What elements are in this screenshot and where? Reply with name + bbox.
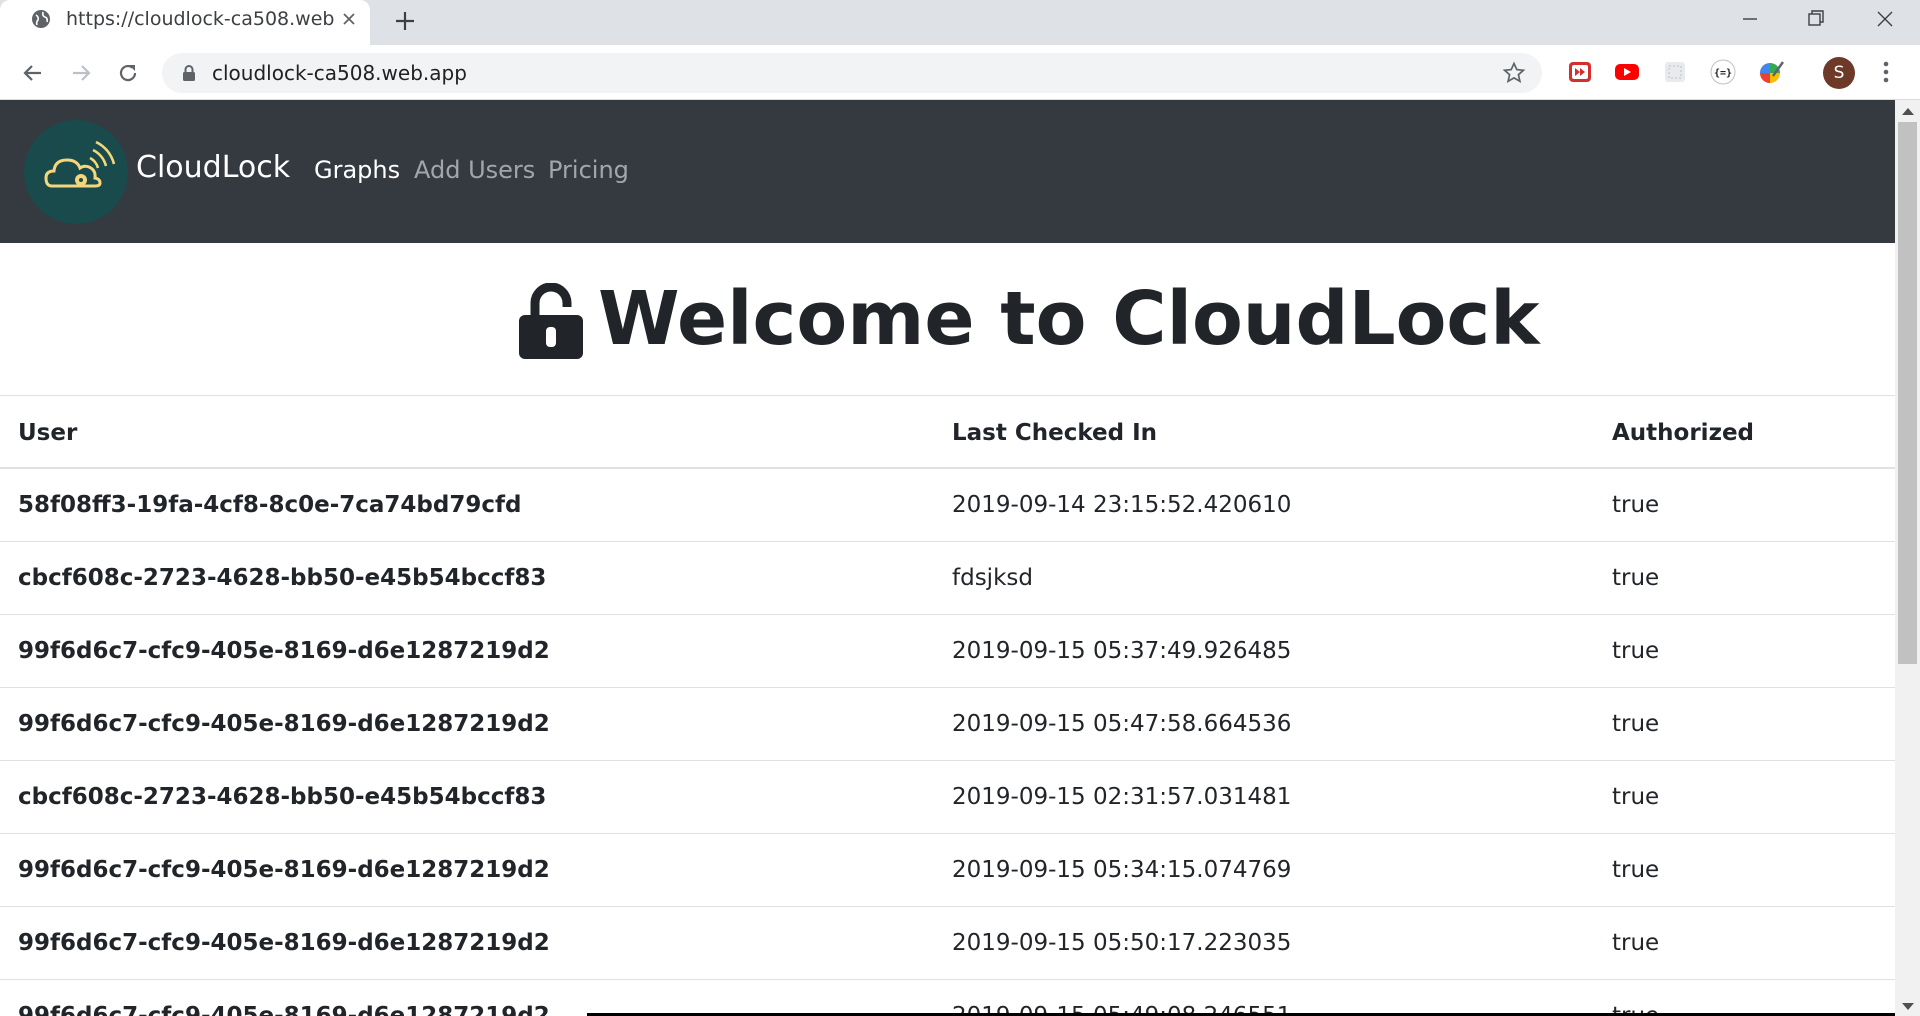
cell-user: 58f08ff3-19fa-4cf8-8c0e-7ca74bd79cfd xyxy=(18,492,522,518)
cell-user: 99f6d6c7-cfc9-405e-8169-d6e1287219d2 xyxy=(18,1003,550,1016)
svg-text:{=}: {=} xyxy=(1714,68,1732,79)
minimize-icon[interactable] xyxy=(1735,4,1765,34)
new-tab-icon[interactable] xyxy=(392,8,418,34)
cell-last-checked-in: 2019-09-14 23:15:52.420610 xyxy=(952,492,1292,518)
cloudlock-logo[interactable] xyxy=(24,120,128,224)
cell-last-checked-in: 2019-09-15 05:34:15.074769 xyxy=(952,857,1292,883)
table-row: 99f6d6c7-cfc9-405e-8169-d6e1287219d2 201… xyxy=(0,615,1895,688)
cell-last-checked-in: 2019-09-15 05:37:49.926485 xyxy=(952,638,1292,664)
table-row: cbcf608c-2723-4628-bb50-e45b54bccf83 201… xyxy=(0,761,1895,834)
table-row: cbcf608c-2723-4628-bb50-e45b54bccf83 fds… xyxy=(0,542,1895,615)
scrollbar-thumb[interactable] xyxy=(1898,122,1917,664)
cell-user: 99f6d6c7-cfc9-405e-8169-d6e1287219d2 xyxy=(18,857,550,883)
page-viewport: CloudLock Graphs Add Users Pricing Welco… xyxy=(0,100,1895,1016)
cloud-lock-icon xyxy=(44,140,116,188)
forward-arrow-icon[interactable] xyxy=(68,60,94,86)
cell-last-checked-in: 2019-09-15 02:31:57.031481 xyxy=(952,784,1292,810)
cell-user: cbcf608c-2723-4628-bb50-e45b54bccf83 xyxy=(18,784,547,810)
cell-user: cbcf608c-2723-4628-bb50-e45b54bccf83 xyxy=(18,565,547,591)
profile-avatar[interactable]: S xyxy=(1823,57,1855,89)
reload-icon[interactable] xyxy=(115,60,141,86)
cell-authorized: true xyxy=(1612,711,1660,737)
vertical-scrollbar[interactable] xyxy=(1895,100,1920,1016)
column-header-last-checked-in: Last Checked In xyxy=(952,420,1158,446)
url-text[interactable]: cloudlock-ca508.web.app xyxy=(212,62,467,84)
globe-icon xyxy=(32,10,50,28)
close-tab-icon[interactable] xyxy=(338,8,360,30)
brand-name[interactable]: CloudLock xyxy=(136,148,290,188)
cell-last-checked-in: 2019-09-15 05:47:58.664536 xyxy=(952,711,1292,737)
cell-authorized: true xyxy=(1612,930,1660,956)
app-navbar: CloudLock Graphs Add Users Pricing xyxy=(0,100,1895,243)
cell-authorized: true xyxy=(1612,638,1660,664)
scroll-down-arrow-icon[interactable] xyxy=(1902,1003,1914,1010)
cell-user: 99f6d6c7-cfc9-405e-8169-d6e1287219d2 xyxy=(18,638,550,664)
table-row: 99f6d6c7-cfc9-405e-8169-d6e1287219d2 201… xyxy=(0,834,1895,907)
secure-lock-icon[interactable] xyxy=(181,64,197,82)
table-header-row: User Last Checked In Authorized xyxy=(0,395,1895,469)
column-header-authorized: Authorized xyxy=(1612,420,1755,446)
nav-link-add-users[interactable]: Add Users xyxy=(414,154,535,186)
video-speed-icon[interactable] xyxy=(1566,58,1594,86)
tab-title: https://cloudlock-ca508.web.app xyxy=(66,8,336,30)
close-window-icon[interactable] xyxy=(1870,4,1900,34)
puzzle-extension-icon[interactable] xyxy=(1661,58,1689,86)
page-title: Welcome to CloudLock xyxy=(598,276,1540,362)
table-row: 99f6d6c7-cfc9-405e-8169-d6e1287219d2 201… xyxy=(0,980,1895,1016)
unlock-icon xyxy=(519,283,583,359)
table-row: 58f08ff3-19fa-4cf8-8c0e-7ca74bd79cfd 201… xyxy=(0,469,1895,542)
nav-link-pricing[interactable]: Pricing xyxy=(548,154,629,186)
cell-last-checked-in: 2019-09-15 05:50:17.223035 xyxy=(952,930,1292,956)
table-row: 99f6d6c7-cfc9-405e-8169-d6e1287219d2 201… xyxy=(0,907,1895,980)
color-picker-icon[interactable] xyxy=(1757,58,1785,86)
cell-authorized: true xyxy=(1612,784,1660,810)
cell-authorized: true xyxy=(1612,492,1660,518)
youtube-icon[interactable] xyxy=(1613,58,1641,86)
back-arrow-icon[interactable] xyxy=(20,60,46,86)
browser-toolbar: cloudlock-ca508.web.app {=} S xyxy=(0,45,1920,100)
cell-user: 99f6d6c7-cfc9-405e-8169-d6e1287219d2 xyxy=(18,711,550,737)
browser-tab[interactable]: https://cloudlock-ca508.web.app xyxy=(0,0,370,45)
cell-user: 99f6d6c7-cfc9-405e-8169-d6e1287219d2 xyxy=(18,930,550,956)
browser-tab-strip: https://cloudlock-ca508.web.app xyxy=(0,0,1920,45)
restore-icon[interactable] xyxy=(1801,4,1831,34)
cell-authorized: true xyxy=(1612,857,1660,883)
json-viewer-icon[interactable]: {=} xyxy=(1709,58,1737,86)
hero-section: Welcome to CloudLock xyxy=(0,243,1895,395)
table-row: 99f6d6c7-cfc9-405e-8169-d6e1287219d2 201… xyxy=(0,688,1895,761)
column-header-user: User xyxy=(18,420,78,446)
cell-authorized: true xyxy=(1612,565,1660,591)
scroll-up-arrow-icon[interactable] xyxy=(1902,108,1914,115)
cell-last-checked-in: fdsjksd xyxy=(952,565,1033,591)
nav-link-graphs[interactable]: Graphs xyxy=(314,154,400,186)
address-bar[interactable]: cloudlock-ca508.web.app xyxy=(162,53,1542,93)
checkin-table: User Last Checked In Authorized 58f08ff3… xyxy=(0,395,1895,1016)
menu-dots-icon[interactable] xyxy=(1876,58,1896,86)
bookmark-star-icon[interactable] xyxy=(1502,61,1526,85)
